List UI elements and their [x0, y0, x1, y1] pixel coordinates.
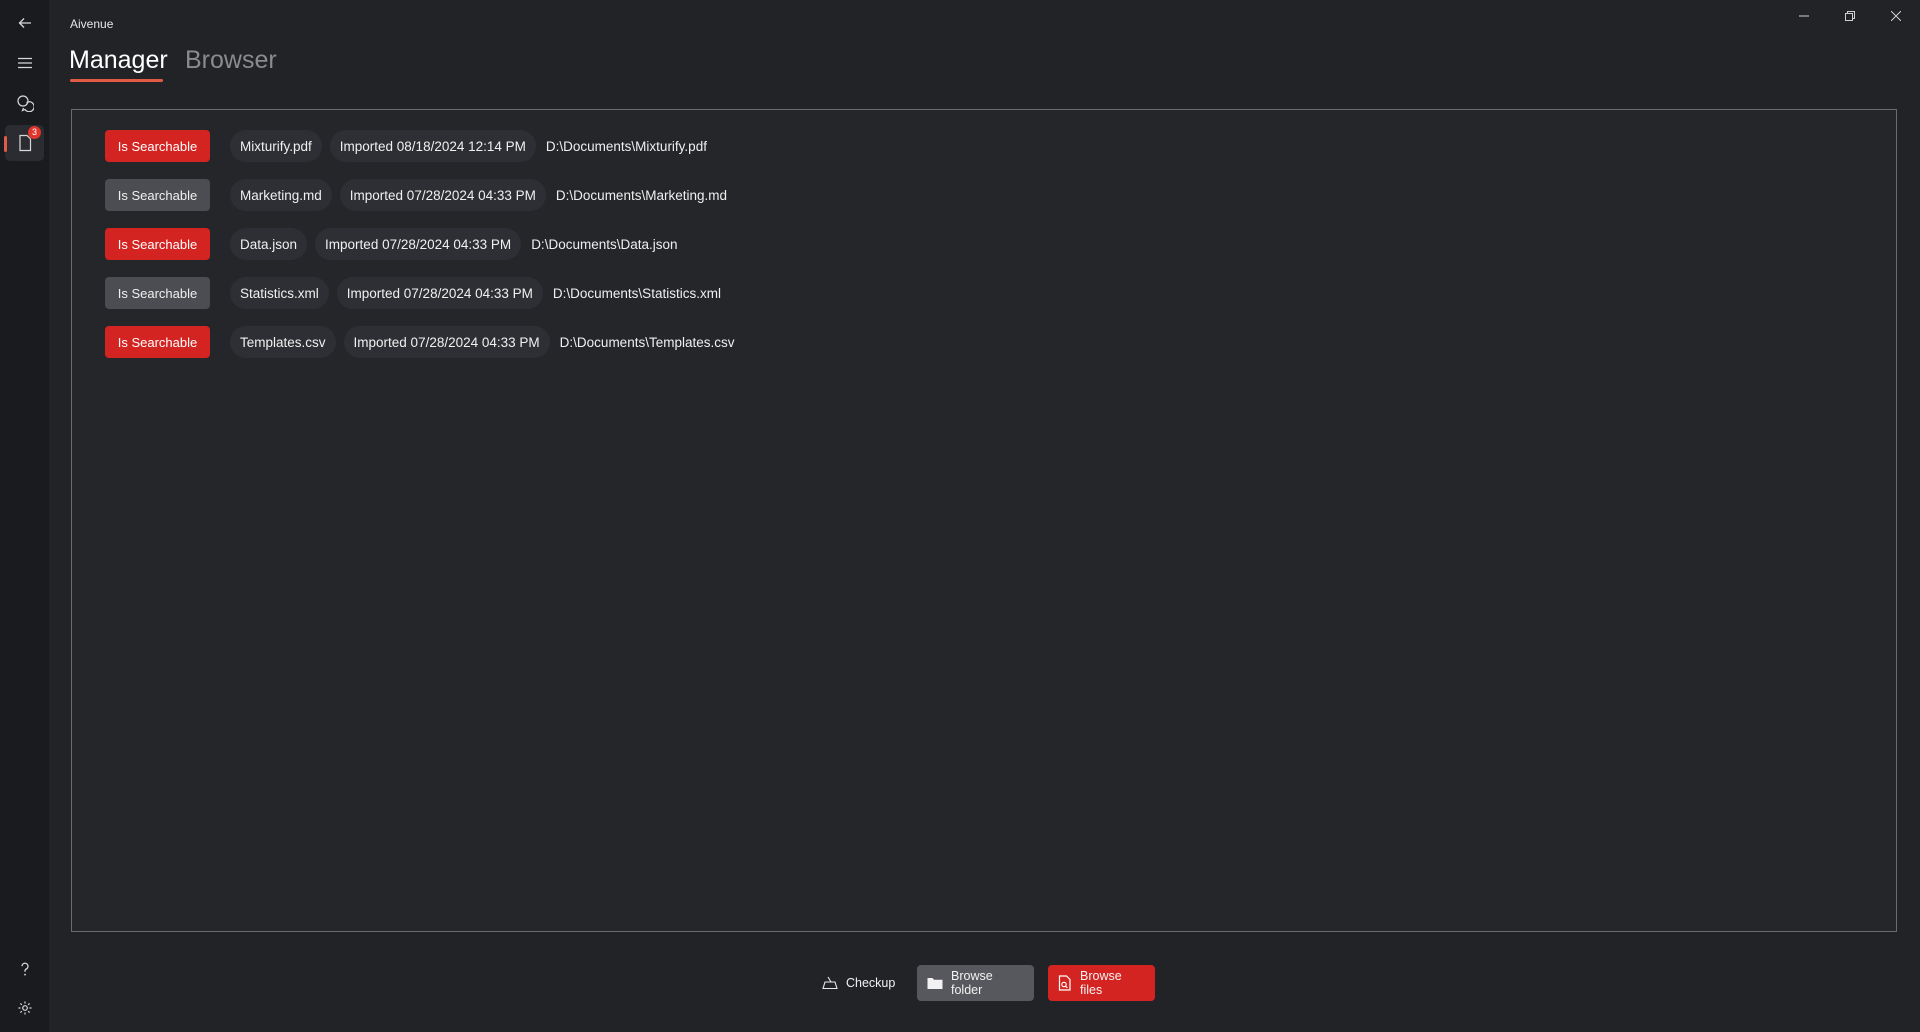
browse-folder-label: Browse folder: [951, 969, 993, 997]
document-name: Templates.csv: [230, 326, 336, 358]
document-path: D:\Documents\Marketing.md: [555, 187, 727, 203]
tab-manager[interactable]: Manager: [69, 46, 168, 75]
file-search-icon: [1058, 975, 1072, 991]
help-button[interactable]: [5, 951, 44, 987]
nav-item-chat[interactable]: [5, 85, 44, 121]
browse-folder-button[interactable]: Browse folder: [917, 965, 1034, 1001]
active-tab-underline: [70, 79, 163, 82]
document-path: D:\Documents\Statistics.xml: [552, 285, 721, 301]
searchable-toggle[interactable]: Is Searchable: [105, 228, 210, 260]
back-button[interactable]: [5, 5, 44, 41]
close-button[interactable]: [1873, 0, 1919, 32]
searchable-toggle[interactable]: Is Searchable: [105, 130, 210, 162]
browse-files-label: Browse files: [1080, 969, 1122, 997]
document-count-badge: 3: [28, 126, 41, 139]
active-indicator: [4, 136, 7, 152]
import-date: Imported 08/18/2024 12:14 PM: [329, 130, 536, 162]
searchable-toggle[interactable]: Is Searchable: [105, 179, 210, 211]
nav-item-documents[interactable]: 3: [4, 125, 44, 161]
hamburger-icon: [17, 57, 32, 69]
document-row: Is Searchable Data.json Imported 07/28/2…: [105, 228, 678, 260]
tab-browser[interactable]: Browser: [185, 46, 277, 75]
document-row: Is Searchable Templates.csv Imported 07/…: [105, 326, 734, 358]
import-date: Imported 07/28/2024 04:33 PM: [343, 326, 550, 358]
checkup-label: Checkup: [846, 976, 896, 990]
restore-icon: [1845, 11, 1855, 21]
searchable-toggle[interactable]: Is Searchable: [105, 277, 210, 309]
chat-icon: [16, 95, 34, 112]
document-row: Is Searchable Marketing.md Imported 07/2…: [105, 179, 727, 211]
nav-rail: 3: [0, 0, 49, 1032]
document-path: D:\Documents\Data.json: [531, 236, 678, 252]
documents-panel: Is Searchable Mixturify.pdf Imported 08/…: [71, 109, 1897, 932]
document-row: Is Searchable Mixturify.pdf Imported 08/…: [105, 130, 707, 162]
minimize-button[interactable]: [1781, 0, 1827, 32]
import-date: Imported 07/28/2024 04:33 PM: [336, 277, 543, 309]
help-icon: [20, 962, 29, 976]
broom-icon: [822, 976, 838, 990]
document-name: Marketing.md: [230, 179, 332, 211]
searchable-toggle[interactable]: Is Searchable: [105, 326, 210, 358]
document-path: D:\Documents\Templates.csv: [559, 334, 735, 350]
folder-icon: [927, 976, 943, 990]
import-date: Imported 07/28/2024 04:33 PM: [315, 228, 522, 260]
settings-button[interactable]: [5, 990, 44, 1026]
checkup-button[interactable]: Checkup: [812, 965, 902, 1001]
close-icon: [1891, 11, 1901, 21]
document-name: Mixturify.pdf: [230, 130, 322, 162]
document-row: Is Searchable Statistics.xml Imported 07…: [105, 277, 721, 309]
minimize-icon: [1799, 15, 1809, 17]
menu-button[interactable]: [5, 45, 44, 81]
back-arrow-icon: [18, 18, 31, 28]
document-name: Statistics.xml: [230, 277, 329, 309]
document-name: Data.json: [230, 228, 308, 260]
restore-button[interactable]: [1827, 0, 1873, 32]
import-date: Imported 07/28/2024 04:33 PM: [339, 179, 546, 211]
document-path: D:\Documents\Mixturify.pdf: [545, 138, 707, 154]
app-title: Aivenue: [70, 17, 114, 31]
browse-files-button[interactable]: Browse files: [1048, 965, 1155, 1001]
gear-icon: [18, 1001, 31, 1015]
